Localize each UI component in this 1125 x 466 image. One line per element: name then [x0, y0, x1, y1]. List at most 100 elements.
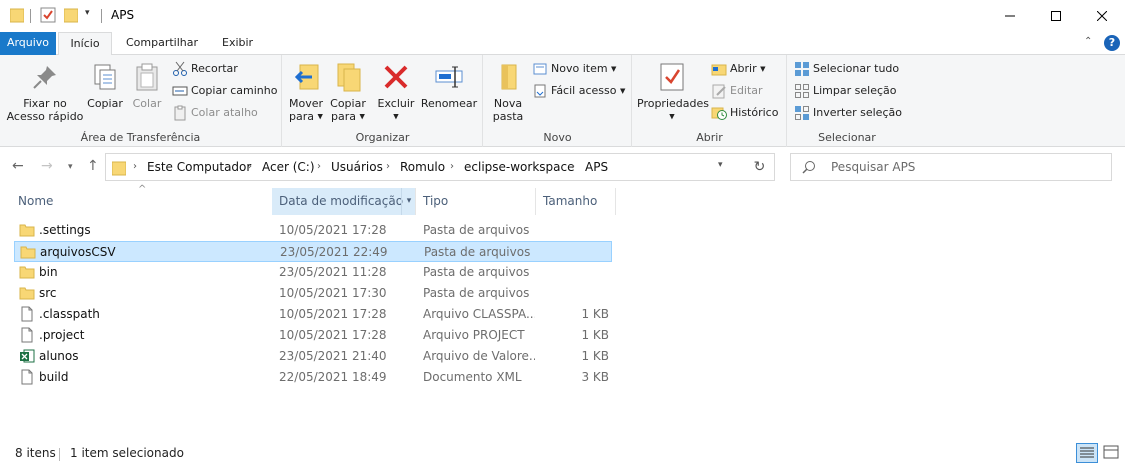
breadcrumb-romulo[interactable]: Romulo — [400, 160, 445, 174]
minimize-button[interactable] — [987, 0, 1033, 32]
new-item-button[interactable]: Novo item ▼ — [532, 60, 616, 80]
move-to-icon — [294, 64, 319, 90]
file-row[interactable]: alunos 23/05/2021 21:40 Arquivo de Valore.… — [14, 346, 612, 367]
column-header-name[interactable]: Nome — [18, 188, 271, 215]
folder-icon — [19, 222, 35, 238]
paste-label: Colar — [132, 97, 162, 110]
new-folder-button[interactable]: Nova pasta — [488, 61, 528, 123]
paste-shortcut-button[interactable]: Colar atalho — [172, 104, 258, 124]
help-icon[interactable]: ? — [1104, 35, 1120, 51]
search-box[interactable]: Pesquisar APS — [790, 153, 1112, 181]
column-header-type[interactable]: Tipo — [416, 188, 536, 215]
file-row[interactable]: build 22/05/2021 18:49 Documento XML 3 KB — [14, 367, 612, 388]
tab-home[interactable]: Início — [58, 32, 112, 56]
back-arrow-icon[interactable]: ← — [12, 158, 24, 174]
rename-icon — [435, 66, 463, 88]
large-icons-view-icon — [1103, 445, 1119, 459]
file-size: 1 KB — [581, 328, 609, 342]
open-button[interactable]: Abrir ▼ — [711, 60, 766, 80]
select-none-label: Limpar seleção — [813, 84, 897, 97]
easy-access-icon — [534, 84, 546, 98]
clipboard-group-label: Área de Transferência — [80, 131, 201, 144]
file-name: build — [39, 370, 69, 384]
rename-button[interactable]: Renomear — [420, 61, 478, 110]
column-header-size[interactable]: Tamanho — [536, 188, 616, 215]
properties-icon[interactable] — [40, 7, 56, 26]
folder-icon — [19, 285, 35, 301]
copy-path-button[interactable]: Copiar caminho — [172, 82, 277, 102]
breadcrumb-aps[interactable]: APS — [585, 160, 608, 174]
dropdown-arrow-icon: ▼ — [619, 87, 626, 95]
properties-icon — [660, 63, 684, 91]
file-date: 23/05/2021 21:40 — [279, 349, 387, 363]
address-history-icon[interactable]: ▾ — [718, 160, 723, 170]
recent-locations-icon[interactable]: ▾ — [68, 162, 73, 172]
forward-arrow-icon[interactable]: → — [41, 158, 53, 174]
large-icons-view-button[interactable] — [1101, 443, 1123, 463]
file-type: Pasta de arquivos — [423, 286, 530, 300]
rename-label: Renomear — [420, 97, 478, 110]
select-all-icon — [795, 62, 809, 76]
pin-quick-access-button[interactable]: Fixar no Acesso rápido — [6, 61, 84, 123]
file-row[interactable]: arquivosCSV 23/05/2021 22:49 Pasta de arqu… — [14, 241, 612, 262]
tab-share[interactable]: Compartilhar — [118, 32, 206, 55]
column-header-date[interactable]: Data de modificação — [272, 188, 416, 215]
file-row[interactable]: .settings 10/05/2021 17:28 Pasta de arquiv… — [14, 220, 612, 241]
file-row[interactable]: .project 10/05/2021 17:28 Arquivo PROJECT 1… — [14, 325, 612, 346]
new-folder-label-line2: pasta — [492, 110, 524, 123]
tab-file[interactable]: Arquivo — [0, 32, 56, 55]
tab-view[interactable]: Exibir — [214, 32, 261, 55]
file-row[interactable]: .classpath 10/05/2021 17:28 Arquivo CLASSP… — [14, 304, 612, 325]
details-view-button[interactable] — [1076, 443, 1098, 463]
move-to-button[interactable]: Mover para ▼ — [287, 61, 325, 124]
refresh-button[interactable]: ↻ — [745, 153, 775, 181]
details-view-icon — [1080, 447, 1094, 458]
breadcrumb-eclipse-workspace[interactable]: eclipse-workspace — [464, 160, 574, 174]
paste-shortcut-label: Colar atalho — [191, 106, 258, 119]
paste-shortcut-icon — [174, 105, 186, 121]
breadcrumb-este-computador[interactable]: Este Computador — [147, 160, 251, 174]
edit-button[interactable]: Editar — [711, 82, 763, 102]
file-date: 10/05/2021 17:28 — [279, 307, 387, 321]
customize-quick-access-icon[interactable]: ▾ — [85, 8, 90, 18]
new-folder-icon — [501, 64, 517, 90]
breadcrumb-acer-c[interactable]: Acer (C:) — [262, 160, 315, 174]
easy-access-button[interactable]: Fácil acesso ▼ — [532, 82, 625, 102]
column-filter-dropdown-icon[interactable]: ▾ — [401, 188, 416, 215]
file-type: Arquivo de Valore... — [423, 349, 535, 363]
close-button[interactable] — [1079, 0, 1125, 32]
properties-button[interactable]: Propriedades ▼ — [637, 61, 709, 124]
chevron-right-icon: › — [317, 161, 321, 172]
breadcrumb-usuarios[interactable]: Usuários — [331, 160, 383, 174]
file-name: alunos — [39, 349, 79, 363]
copy-button[interactable]: Copiar — [84, 61, 126, 110]
history-button[interactable]: Histórico — [711, 104, 778, 124]
delete-button[interactable]: Excluir ▼ — [377, 61, 415, 124]
paste-button[interactable]: Colar — [128, 61, 166, 110]
dropdown-arrow-icon: ▼ — [611, 65, 617, 73]
file-name: bin — [39, 265, 58, 279]
refresh-icon: ↻ — [753, 159, 766, 175]
pin-label-line2: Acesso rápido — [6, 110, 84, 123]
new-folder-icon[interactable] — [63, 7, 79, 26]
separator — [59, 448, 60, 461]
delete-icon — [384, 65, 408, 89]
cut-button[interactable]: Recortar — [172, 60, 238, 80]
collapse-ribbon-icon[interactable]: ⌃ — [1084, 36, 1092, 47]
select-all-button[interactable]: Selecionar tudo — [794, 60, 899, 80]
minimize-icon — [1005, 15, 1015, 17]
up-arrow-icon[interactable]: ↑ — [87, 158, 99, 174]
address-bar[interactable]: › Este Computador › Acer (C:) › Usuários… — [105, 153, 775, 181]
invert-selection-label: Inverter seleção — [813, 106, 902, 119]
copy-path-icon — [172, 86, 188, 96]
file-row[interactable]: bin 23/05/2021 11:28 Pasta de arquivos — [14, 262, 612, 283]
file-name: src — [39, 286, 57, 300]
file-date: 10/05/2021 17:30 — [279, 286, 387, 300]
select-none-button[interactable]: Limpar seleção — [794, 82, 896, 102]
file-row[interactable]: src 10/05/2021 17:30 Pasta de arquivos — [14, 283, 612, 304]
copy-to-button[interactable]: Copiar para ▼ — [329, 61, 367, 124]
invert-selection-button[interactable]: Inverter seleção — [794, 104, 902, 124]
search-placeholder: Pesquisar APS — [831, 160, 916, 174]
select-none-icon — [795, 84, 809, 98]
maximize-button[interactable] — [1033, 0, 1079, 32]
